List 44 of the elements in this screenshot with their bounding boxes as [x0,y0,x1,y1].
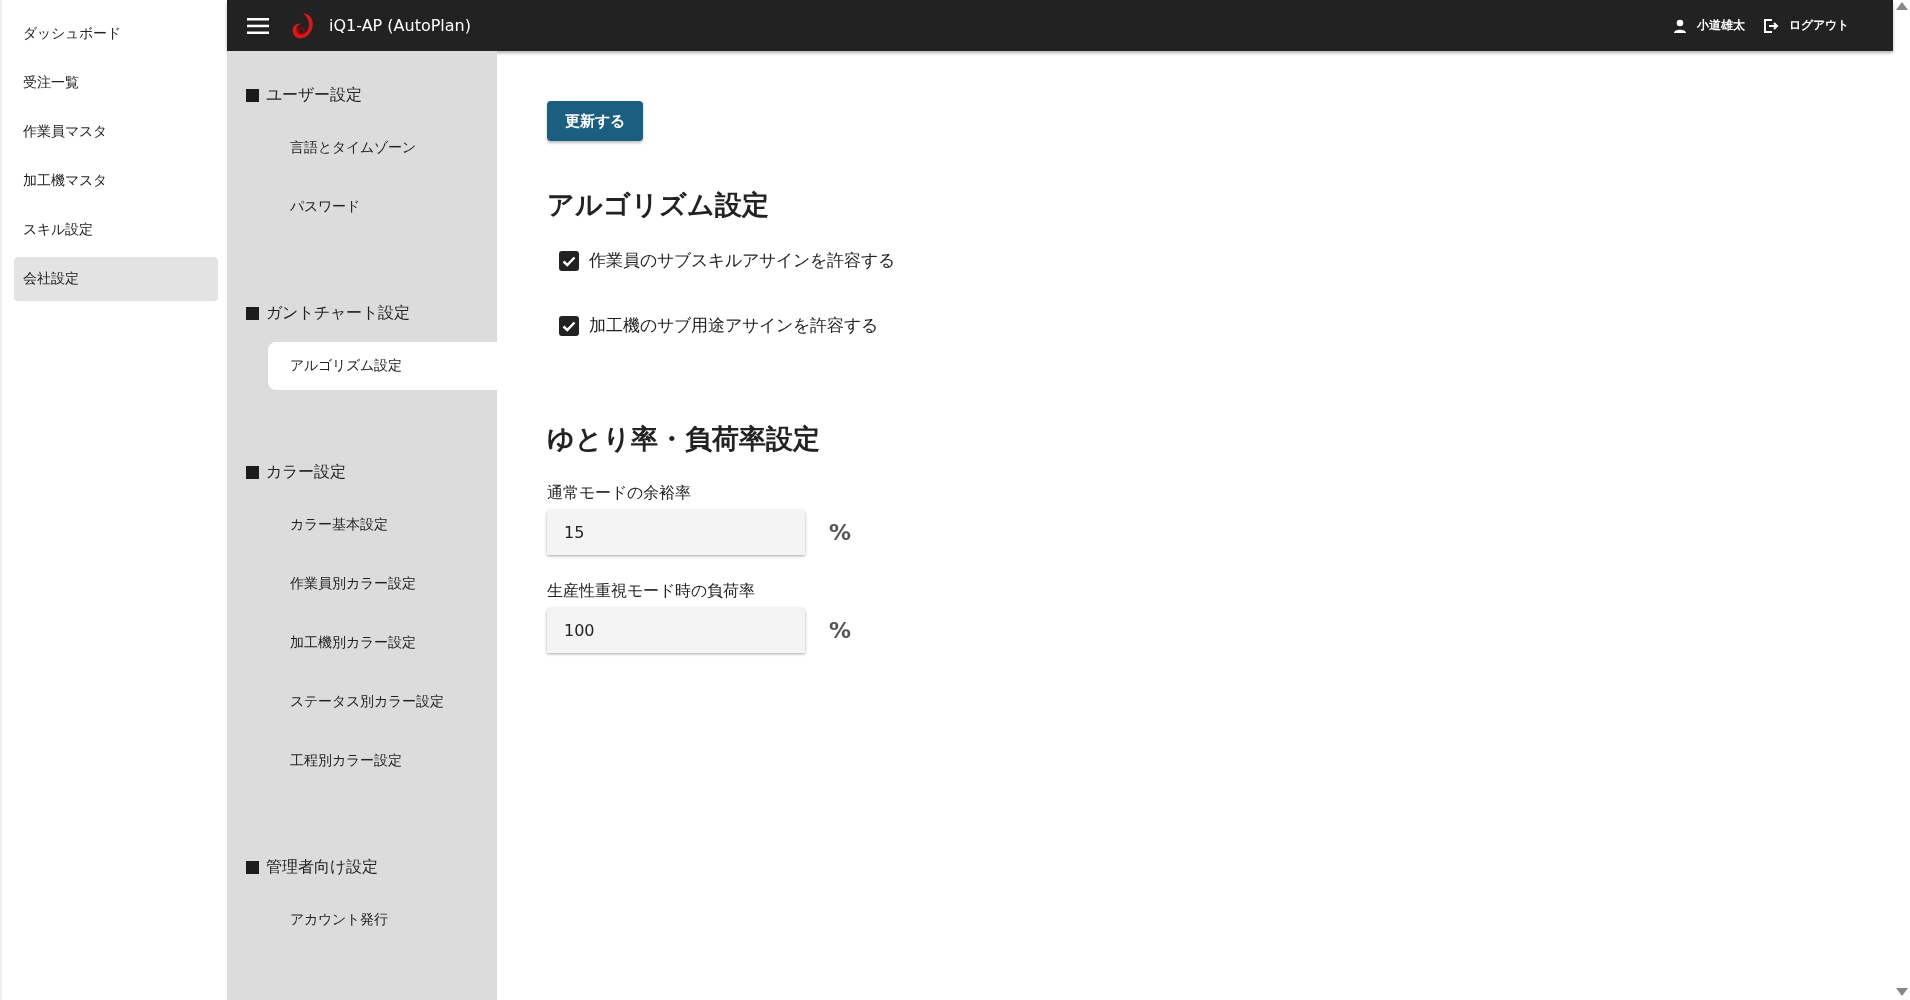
section-title-text: ガントチャート設定 [266,302,410,324]
update-button[interactable]: 更新する [547,101,643,141]
section-title-text: カラー設定 [266,461,346,483]
menu-icon[interactable] [247,17,269,34]
square-bullet-icon [246,306,259,320]
input-field[interactable]: 100 [547,608,805,653]
logout-button[interactable]: ログアウト [1763,17,1849,34]
sidebar-item[interactable]: スキル設定 [14,208,218,252]
checkbox[interactable] [559,315,579,336]
sidebar-item[interactable]: 受注一覧 [14,61,218,105]
settings-nav-item[interactable]: アカウント発行 [268,896,497,944]
settings-nav-item[interactable]: パスワード [268,183,497,231]
settings-nav-item[interactable]: 言語とタイムゾーン [268,124,497,172]
section-title-text: 管理者向け設定 [266,856,378,878]
sidebar-item[interactable]: 作業員マスタ [14,110,218,154]
field-label: 通常モードの余裕率 [547,483,692,504]
app-title: iQ1-AP (AutoPlan) [329,16,471,35]
settings-nav-item[interactable]: カラー基本設定 [268,501,497,549]
user-icon [1673,18,1687,33]
square-bullet-icon [246,465,259,479]
checkbox[interactable] [559,250,579,271]
section-heading: アルゴリズム設定 [547,188,770,222]
settings-nav-item[interactable]: 加工機別カラー設定 [268,619,497,667]
section-heading: ゆとり率・負荷率設定 [547,422,821,456]
settings-nav-item[interactable]: アルゴリズム設定 [268,342,497,390]
sidebar-item[interactable]: 加工機マスタ [14,159,218,203]
input-field[interactable]: 15 [547,510,805,555]
settings-nav-item[interactable]: ステータス別カラー設定 [268,678,497,726]
unit-label: % [829,618,852,643]
logout-icon [1763,17,1779,34]
section-title-text: ユーザー設定 [266,84,362,106]
square-bullet-icon [246,88,259,102]
scroll-up-icon[interactable] [1895,2,1908,10]
unit-label: % [829,520,852,545]
scroll-down-icon[interactable] [1895,988,1908,996]
user-name: 小道雄太 [1697,17,1745,34]
settings-nav-item[interactable]: 作業員別カラー設定 [268,560,497,608]
checkbox-label: 作業員のサブスキルアサインを許容する [589,249,895,272]
square-bullet-icon [246,860,259,874]
field-label: 生産性重視モード時の負荷率 [547,581,756,602]
checkbox-label: 加工機のサブ用途アサインを許容する [589,314,878,337]
settings-nav-item[interactable]: 工程別カラー設定 [268,737,497,785]
sidebar-item[interactable]: ダッシュボード [14,12,218,56]
sidebar-item[interactable]: 会社設定 [14,257,218,301]
